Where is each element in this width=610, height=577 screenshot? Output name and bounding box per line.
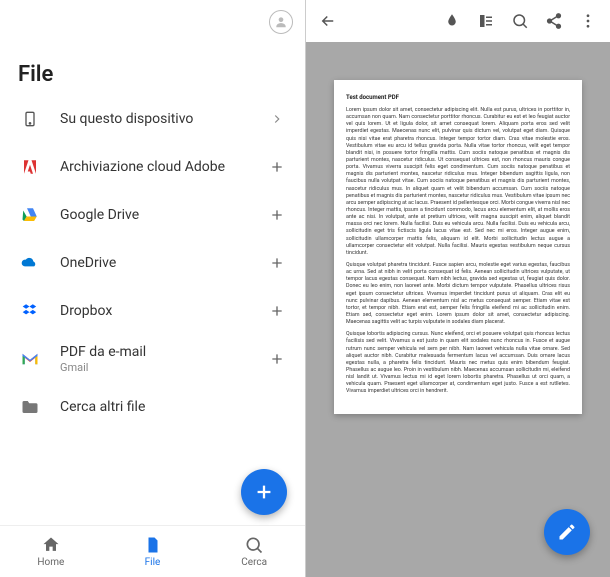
nav-label: File (145, 557, 161, 568)
add-button[interactable] (241, 469, 287, 515)
source-item-onedrive[interactable]: OneDrive (0, 239, 305, 287)
source-item-dropbox[interactable]: Dropbox (0, 287, 305, 335)
source-item-device[interactable]: Su questo dispositivo (0, 95, 305, 143)
folder-icon (18, 399, 42, 415)
source-text: OneDrive (60, 255, 267, 271)
add-source-icon[interactable] (267, 255, 287, 271)
dropbox-icon (18, 302, 42, 320)
source-text: Dropbox (60, 303, 267, 319)
source-label: Archiviazione cloud Adobe (60, 159, 267, 175)
nav-cerca[interactable]: Cerca (203, 526, 305, 577)
document-viewer-pane: Test document PDF Lorem ipsum dolor sit … (305, 0, 610, 577)
source-text: Su questo dispositivo (60, 111, 267, 127)
source-label: Dropbox (60, 303, 267, 319)
search-icon[interactable] (504, 5, 536, 37)
add-source-icon[interactable] (267, 159, 287, 175)
viewer-toolbar (306, 0, 610, 42)
source-text: Archiviazione cloud Adobe (60, 159, 267, 175)
avatar-icon[interactable] (269, 10, 293, 34)
source-text: PDF da e-mailGmail (60, 344, 267, 374)
add-source-icon[interactable] (267, 207, 287, 223)
source-label: PDF da e-mail (60, 344, 267, 360)
nav-label: Cerca (241, 557, 267, 568)
device-icon (18, 108, 42, 130)
back-icon[interactable] (312, 5, 344, 37)
add-source-icon[interactable] (267, 303, 287, 319)
document-paragraph: Quisque volutpat pharetra tincidunt. Fus… (346, 262, 570, 326)
nav-file[interactable]: File (102, 526, 204, 577)
source-item-folder[interactable]: Cerca altri file (0, 383, 305, 431)
document-paragraph: Quisque lobortis adipiscing cursus. Nunc… (346, 331, 570, 395)
source-sublabel: Gmail (60, 361, 267, 374)
source-label: OneDrive (60, 255, 267, 271)
bottom-nav: Home File Cerca (0, 525, 305, 577)
file-browser-pane: File Su questo dispositivo Archiviazione … (0, 0, 305, 577)
source-item-adobe[interactable]: Archiviazione cloud Adobe (0, 143, 305, 191)
more-icon[interactable] (572, 5, 604, 37)
edit-button[interactable] (544, 509, 590, 555)
gdrive-icon (18, 206, 42, 224)
source-label: Google Drive (60, 207, 267, 223)
document-title: Test document PDF (346, 94, 570, 101)
top-row (0, 0, 305, 38)
nav-label: Home (37, 557, 64, 568)
liquid-mode-icon[interactable] (436, 5, 468, 37)
onedrive-icon (18, 256, 42, 270)
document-area[interactable]: Test document PDF Lorem ipsum dolor sit … (306, 42, 610, 577)
gmail-icon (18, 352, 42, 366)
share-icon[interactable] (538, 5, 570, 37)
source-item-gmail[interactable]: PDF da e-mailGmail (0, 335, 305, 383)
text-reflow-icon[interactable] (470, 5, 502, 37)
source-item-gdrive[interactable]: Google Drive (0, 191, 305, 239)
add-source-icon[interactable] (267, 351, 287, 367)
source-label: Su questo dispositivo (60, 111, 267, 127)
document-paragraph: Lorem ipsum dolor sit amet, consectetur … (346, 107, 570, 257)
nav-home[interactable]: Home (0, 526, 102, 577)
adobe-icon (18, 158, 42, 176)
source-text: Cerca altri file (60, 399, 267, 415)
source-label: Cerca altri file (60, 399, 267, 415)
source-list: Su questo dispositivo Archiviazione cloud… (0, 95, 305, 525)
source-text: Google Drive (60, 207, 267, 223)
chevron-right-icon[interactable] (267, 112, 287, 126)
document-page: Test document PDF Lorem ipsum dolor sit … (334, 80, 582, 414)
page-title: File (0, 38, 305, 95)
